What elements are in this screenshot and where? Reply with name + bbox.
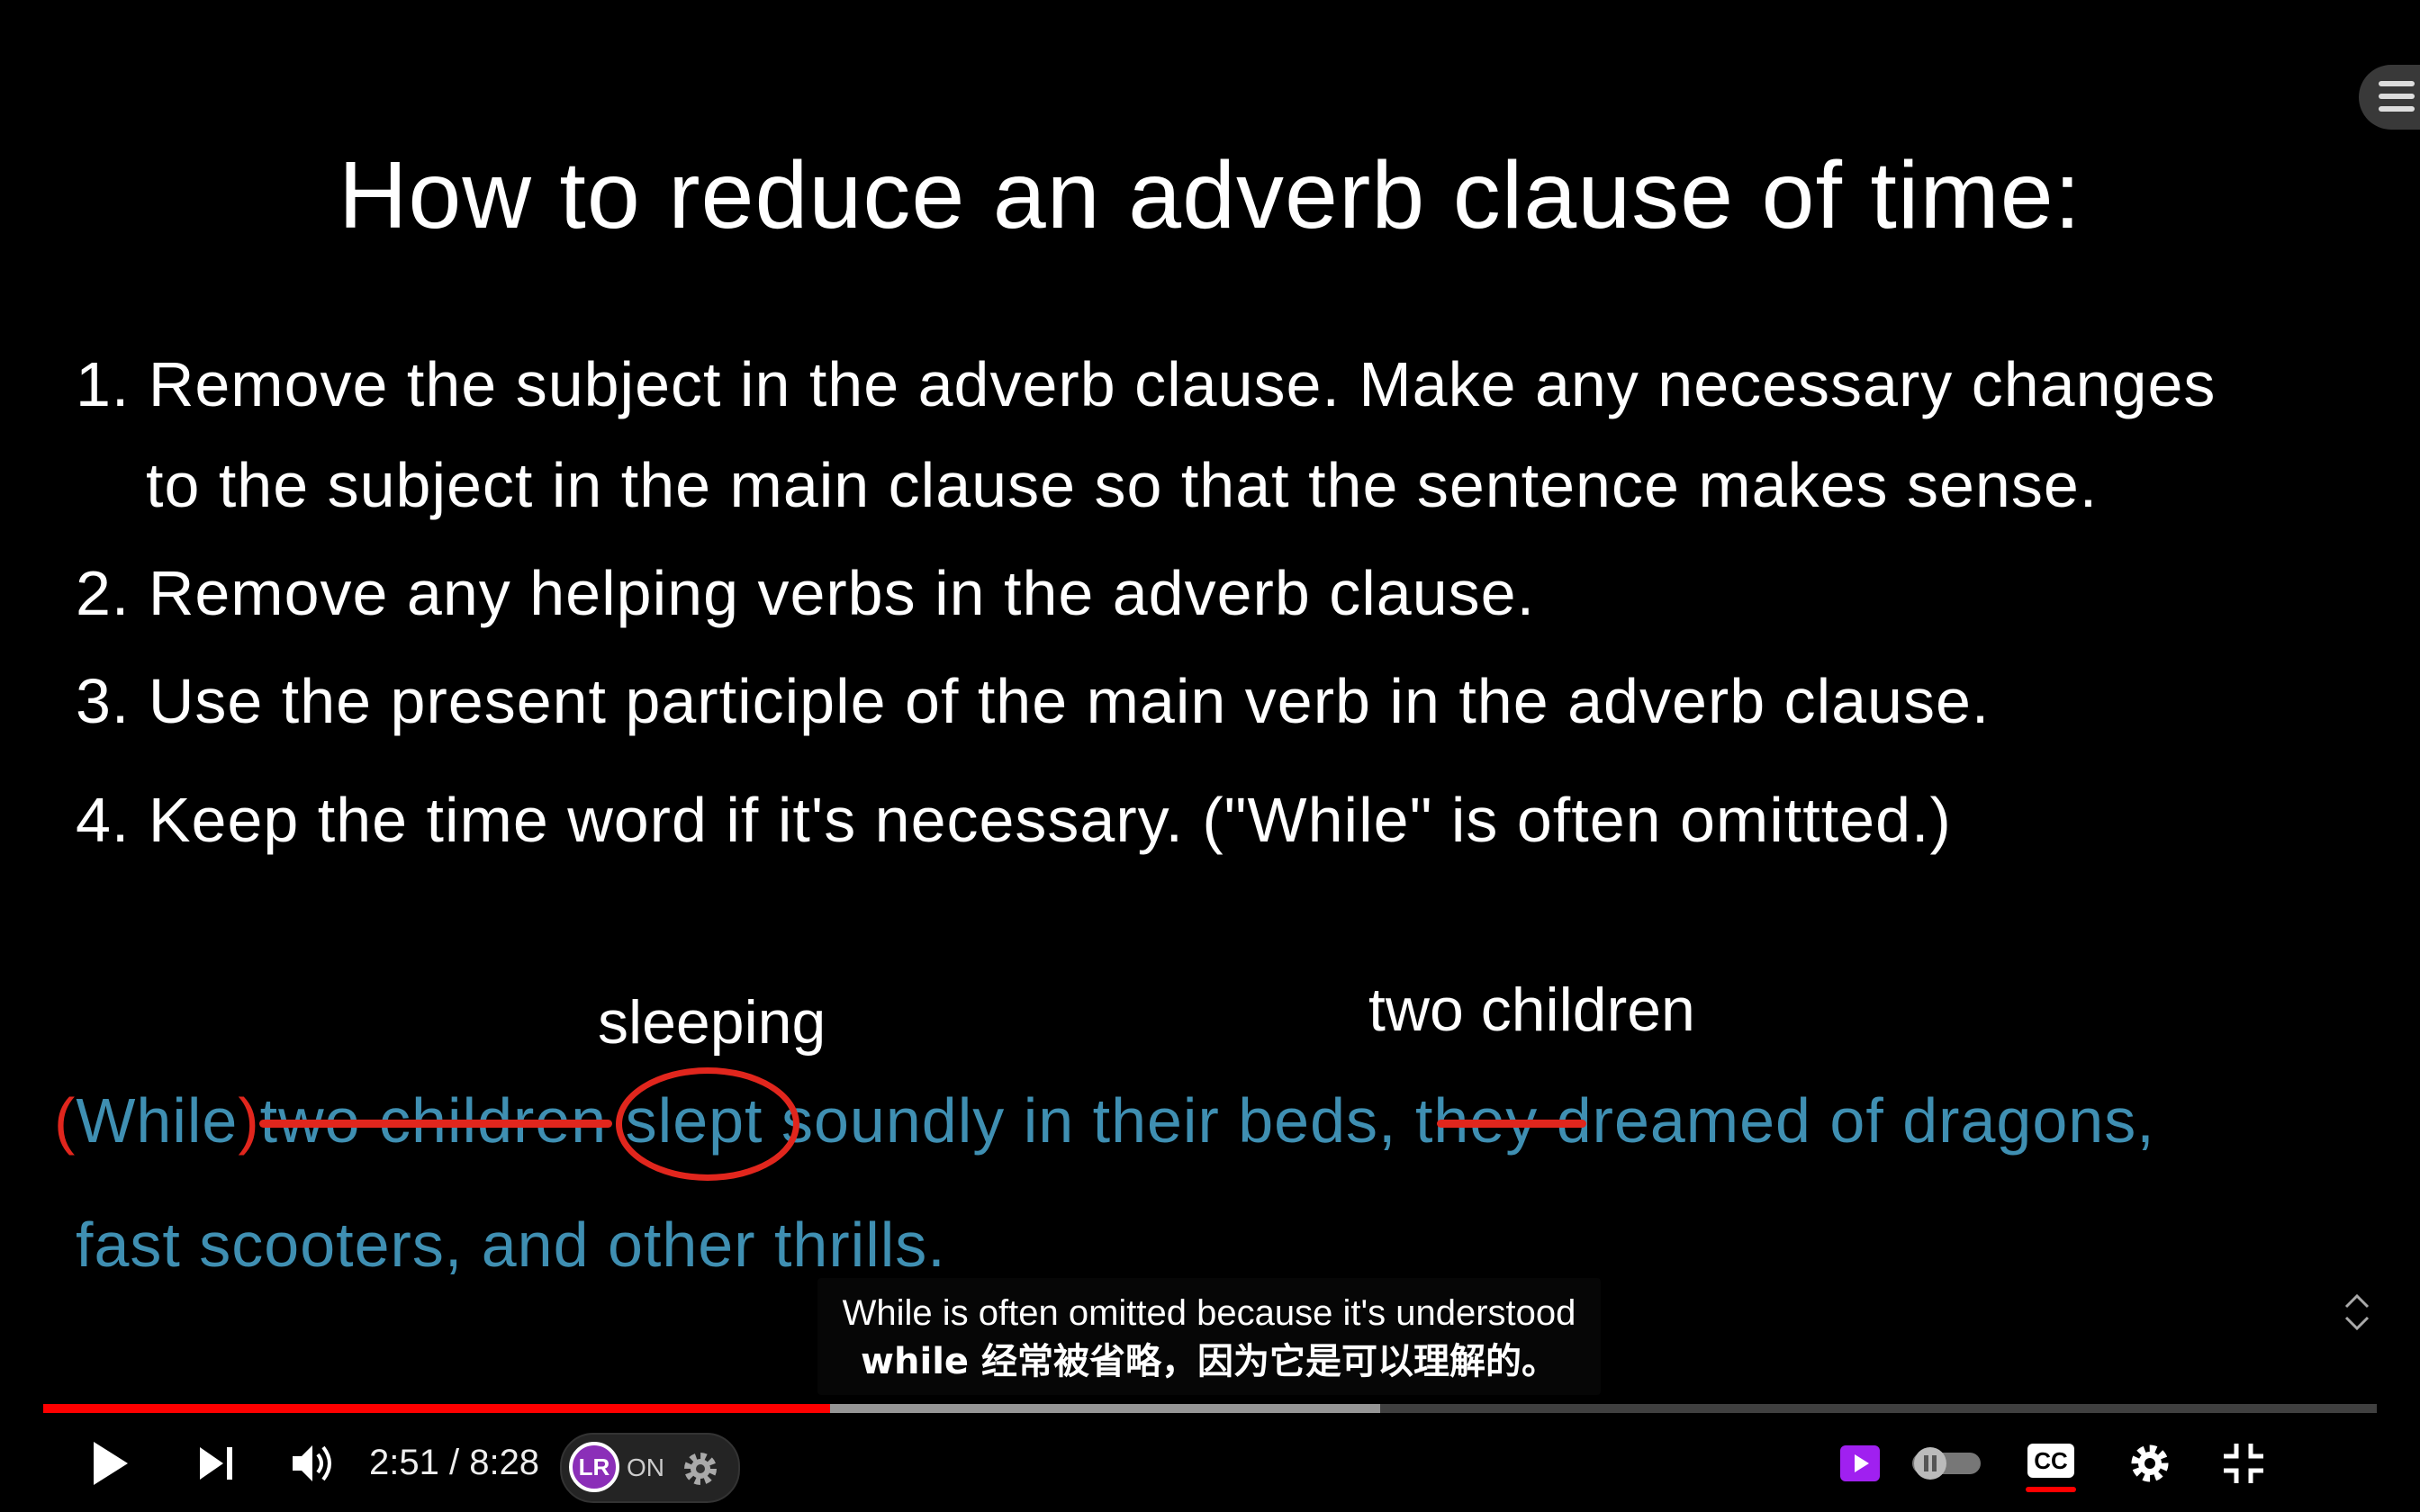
next-icon (200, 1447, 232, 1480)
current-time: 2:51 (369, 1443, 439, 1482)
autoplay-toggle-icon (1912, 1447, 1981, 1480)
settings-button[interactable] (2118, 1431, 2182, 1496)
video-frame[interactable]: How to reduce an adverb clause of time: … (0, 0, 2420, 1512)
slide-title: How to reduce an adverb clause of time: (338, 142, 2082, 248)
language-reactor-control[interactable]: LR ON (560, 1433, 740, 1503)
miniplayer-button[interactable] (1833, 1431, 1887, 1496)
gear-icon (2131, 1444, 2169, 1482)
step-1-line-1: 1. Remove the subject in the adverb clau… (76, 349, 2217, 419)
step-3: 3. Use the present participle of the mai… (76, 666, 1991, 736)
volume-icon (293, 1445, 331, 1481)
example-after-verb: soundly in their beds, (781, 1085, 1397, 1156)
progress-played (43, 1404, 830, 1413)
play-button[interactable] (77, 1431, 142, 1496)
expand-collapse-icon[interactable] (2339, 1289, 2375, 1334)
gear-icon[interactable] (679, 1447, 722, 1490)
subtitles-active-indicator (2026, 1487, 2076, 1492)
menu-button[interactable] (2359, 65, 2420, 130)
duration: 8:28 (469, 1443, 540, 1482)
annotation-two-children: two children (1368, 976, 1695, 1044)
step-1-line-2: to the subject in the main clause so tha… (146, 450, 2099, 520)
time-separator: / (438, 1443, 470, 1482)
time-display: 2:51 / 8:28 (369, 1440, 539, 1485)
exit-fullscreen-icon (2224, 1444, 2263, 1483)
play-icon (94, 1442, 128, 1485)
subtitles-button[interactable]: CC (2027, 1444, 2074, 1478)
extension-status-label: ON (627, 1454, 664, 1481)
example-rest: dreamed of dragons, (1556, 1085, 2155, 1156)
paren-close: ) (238, 1085, 260, 1156)
menu-icon (2379, 81, 2415, 86)
strike-line-subject (259, 1120, 612, 1128)
autoplay-toggle[interactable] (1909, 1431, 1984, 1496)
caption-window: While is often omitted because it's unde… (817, 1278, 1601, 1395)
step-2: 2. Remove any helping verbs in the adver… (76, 558, 1536, 628)
strike-line-pronoun (1437, 1120, 1586, 1128)
progress-bar[interactable] (43, 1404, 2377, 1413)
next-button[interactable] (184, 1431, 248, 1496)
caption-line-english: While is often omitted because it's unde… (842, 1293, 1576, 1333)
play-square-icon (1840, 1445, 1880, 1481)
annotation-sleeping: sleeping (598, 988, 826, 1057)
circle-annotation (616, 1067, 799, 1181)
language-reactor-logo-icon[interactable]: LR (569, 1442, 619, 1492)
step-4: 4. Keep the time word if it's necessary.… (76, 785, 1952, 855)
volume-button[interactable] (281, 1431, 346, 1496)
caption-line-chinese: while 经常被省略，因为它是可以理解的。 (861, 1341, 1558, 1382)
exit-fullscreen-button[interactable] (2211, 1431, 2276, 1496)
paren-open: ( (54, 1085, 77, 1156)
example-while: While (76, 1085, 239, 1156)
example-line-2: fast scooters, and other thrills. (76, 1210, 946, 1280)
